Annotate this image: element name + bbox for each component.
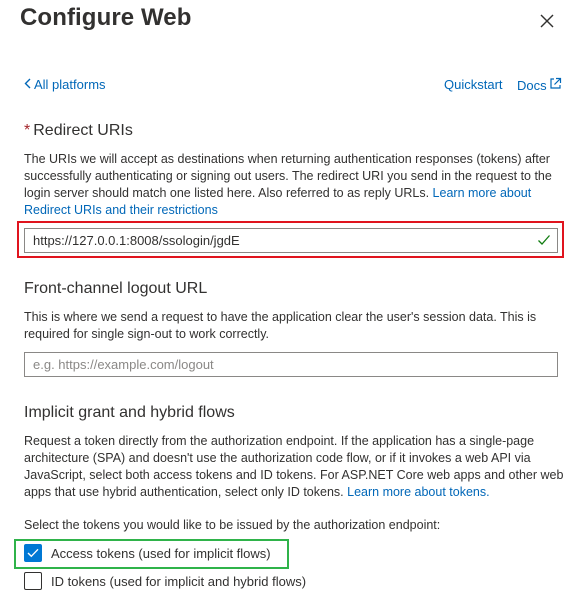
redirect-uris-heading: * Redirect URIs (24, 122, 133, 140)
redirect-uris-description: The URIs we will accept as destinations … (24, 151, 564, 219)
chevron-left-icon (24, 77, 31, 92)
redirect-uri-value: https://127.0.0.1:8008/ssologin/jgdE (33, 233, 240, 248)
close-button[interactable] (536, 10, 558, 32)
docs-link[interactable]: Docs (517, 77, 562, 93)
all-platforms-label: All platforms (34, 77, 106, 92)
implicit-grant-description: Request a token directly from the author… (24, 433, 564, 501)
external-link-icon (549, 77, 562, 93)
all-platforms-link[interactable]: All platforms (24, 77, 106, 92)
access-tokens-checkbox-box[interactable] (24, 544, 42, 562)
access-tokens-label: Access tokens (used for implicit flows) (51, 545, 271, 561)
tokens-learn-more-link[interactable]: Learn more about tokens. (347, 485, 489, 499)
implicit-grant-heading: Implicit grant and hybrid flows (24, 404, 235, 421)
logout-url-input[interactable]: e.g. https://example.com/logout (24, 352, 558, 377)
logout-url-description: This is where we send a request to have … (24, 310, 537, 341)
access-tokens-checkbox[interactable]: Access tokens (used for implicit flows) (24, 544, 271, 562)
docs-label: Docs (517, 77, 547, 93)
redirect-uris-heading-text: Redirect URIs (33, 122, 133, 139)
logout-url-placeholder: e.g. https://example.com/logout (33, 357, 214, 372)
required-marker: * (24, 122, 31, 139)
close-icon (540, 14, 554, 28)
panel-title: Configure Web (20, 4, 192, 31)
nav-row: All platforms Quickstart Docs (24, 77, 562, 93)
id-tokens-checkbox-box[interactable] (24, 572, 42, 590)
token-select-prompt: Select the tokens you would like to be i… (24, 518, 441, 532)
quickstart-link[interactable]: Quickstart (444, 77, 503, 92)
id-tokens-label: ID tokens (used for implicit and hybrid … (51, 573, 307, 589)
logout-url-heading: Front-channel logout URL (24, 280, 208, 297)
checkmark-icon (27, 548, 39, 558)
checkmark-icon (537, 234, 551, 249)
redirect-uri-input[interactable]: https://127.0.0.1:8008/ssologin/jgdE (24, 228, 558, 253)
id-tokens-checkbox[interactable]: ID tokens (used for implicit and hybrid … (24, 572, 306, 590)
